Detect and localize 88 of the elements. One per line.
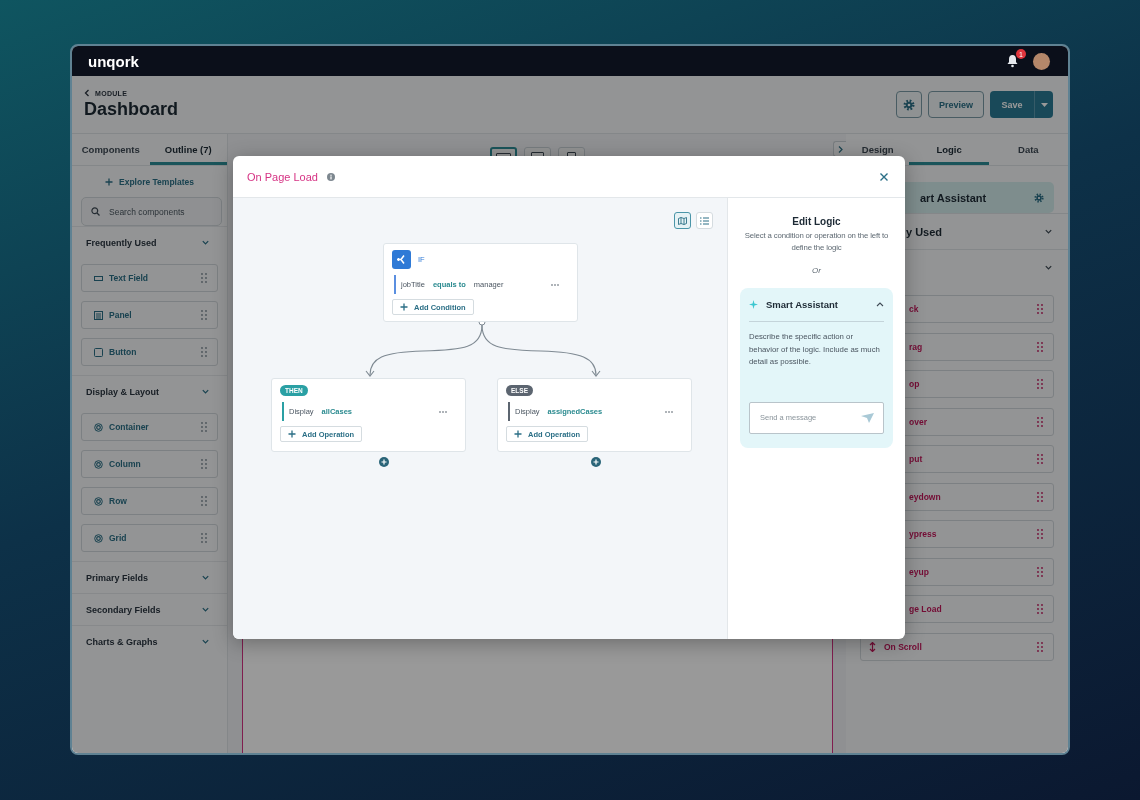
avatar[interactable]	[1033, 52, 1050, 70]
section-header[interactable]: Primary Fields	[72, 562, 227, 593]
component-item[interactable]: Row	[81, 487, 218, 515]
bell-icon[interactable]	[1006, 54, 1019, 68]
drag-handle-icon[interactable]	[201, 347, 207, 357]
drag-handle-icon[interactable]	[201, 310, 207, 320]
assistant-title: Smart Assistant	[766, 299, 838, 310]
separator-label: Or	[811, 266, 822, 275]
component-item[interactable]: Column	[81, 450, 218, 478]
square-icon	[94, 347, 103, 357]
drag-handle-icon[interactable]	[1037, 604, 1043, 614]
drag-handle-icon[interactable]	[1037, 566, 1043, 577]
drag-handle-icon[interactable]	[1037, 454, 1043, 464]
plus-icon	[514, 430, 522, 438]
section-header[interactable]: Display & Layout	[72, 376, 227, 407]
chevron-down-icon[interactable]	[201, 238, 210, 247]
component-item[interactable]: Panel	[81, 301, 218, 329]
chevron-down-icon[interactable]	[201, 637, 210, 646]
target-icon	[94, 496, 103, 506]
more-icon[interactable]	[439, 410, 447, 413]
branch-icon	[392, 250, 411, 269]
sparkle-icon	[749, 300, 758, 309]
settings-button[interactable]	[896, 91, 922, 118]
info-icon[interactable]	[326, 172, 335, 181]
drag-handle-icon[interactable]	[1037, 379, 1043, 389]
close-icon[interactable]	[879, 171, 889, 182]
drag-handle-icon[interactable]	[201, 422, 207, 432]
component-item[interactable]: Button	[81, 338, 218, 366]
view-toggle-button[interactable]	[674, 212, 691, 229]
chevron-right-icon	[837, 145, 843, 153]
drag-handle-icon[interactable]	[1037, 416, 1043, 427]
up-down-arrow-icon	[869, 641, 876, 652]
plus-icon	[288, 430, 296, 438]
caret-icon	[1040, 102, 1048, 107]
search-icon	[91, 207, 100, 216]
target-icon	[94, 533, 103, 543]
drag-handle-icon[interactable]	[201, 533, 207, 543]
settings-icon	[1034, 192, 1044, 203]
component-item[interactable]: Text Field	[81, 264, 218, 292]
chevron-down-icon[interactable]	[1044, 227, 1053, 236]
explore-templates-link[interactable]: Explore Templates	[105, 177, 194, 187]
plus-icon	[381, 459, 387, 465]
preview-button[interactable]: Preview	[928, 91, 984, 118]
section-header[interactable]: Secondary Fields	[72, 594, 227, 625]
section-header[interactable]: Frequently Used	[72, 227, 227, 258]
tab[interactable]: Data	[988, 134, 1068, 165]
section-header[interactable]: Charts & Graphs	[72, 626, 227, 657]
chevron-down-icon[interactable]	[1044, 263, 1053, 272]
dropdown-button[interactable]	[1034, 91, 1053, 118]
settings-icon	[903, 98, 915, 111]
drag-handle-icon[interactable]	[1037, 641, 1043, 652]
panel-icon	[94, 310, 103, 320]
component-item[interactable]: Grid	[81, 524, 218, 552]
drag-handle-icon[interactable]	[1037, 529, 1043, 539]
component-item[interactable]: Container	[81, 413, 218, 441]
page-title: Dashboard	[84, 99, 179, 120]
logo: unqork	[88, 52, 139, 70]
target-icon	[94, 422, 103, 432]
chevron-up-icon[interactable]	[876, 302, 884, 307]
drag-handle-icon[interactable]	[1037, 491, 1043, 502]
add-step-button[interactable]	[591, 457, 601, 467]
drag-handle-icon[interactable]	[1037, 341, 1043, 352]
chevron-down-icon[interactable]	[201, 387, 210, 396]
panel-title: Edit Logic	[791, 216, 842, 227]
target-icon	[94, 459, 103, 469]
text-field-icon	[94, 273, 103, 283]
collapse-button[interactable]	[833, 141, 846, 157]
tab[interactable]: Components	[72, 134, 150, 165]
send-icon[interactable]	[861, 412, 874, 423]
modal-title: On Page Load	[247, 170, 318, 183]
more-icon[interactable]	[551, 283, 559, 286]
plus-icon	[400, 303, 408, 311]
map-icon	[678, 216, 687, 225]
list-icon	[700, 216, 709, 225]
search-field[interactable]: Search components	[81, 197, 222, 226]
drag-handle-icon[interactable]	[1037, 304, 1043, 314]
more-icon[interactable]	[665, 410, 673, 413]
plus-icon	[105, 178, 113, 186]
save-button[interactable]: Save	[990, 91, 1034, 118]
chevron-down-icon[interactable]	[201, 605, 210, 614]
tab[interactable]: Logic	[909, 134, 989, 165]
drag-handle-icon[interactable]	[201, 459, 207, 469]
drag-handle-icon[interactable]	[201, 496, 207, 506]
plus-icon	[593, 459, 599, 465]
drag-handle-icon[interactable]	[201, 273, 207, 283]
chevron-down-icon[interactable]	[201, 573, 210, 582]
add-step-button[interactable]	[379, 457, 389, 467]
back-icon[interactable]	[84, 89, 90, 97]
